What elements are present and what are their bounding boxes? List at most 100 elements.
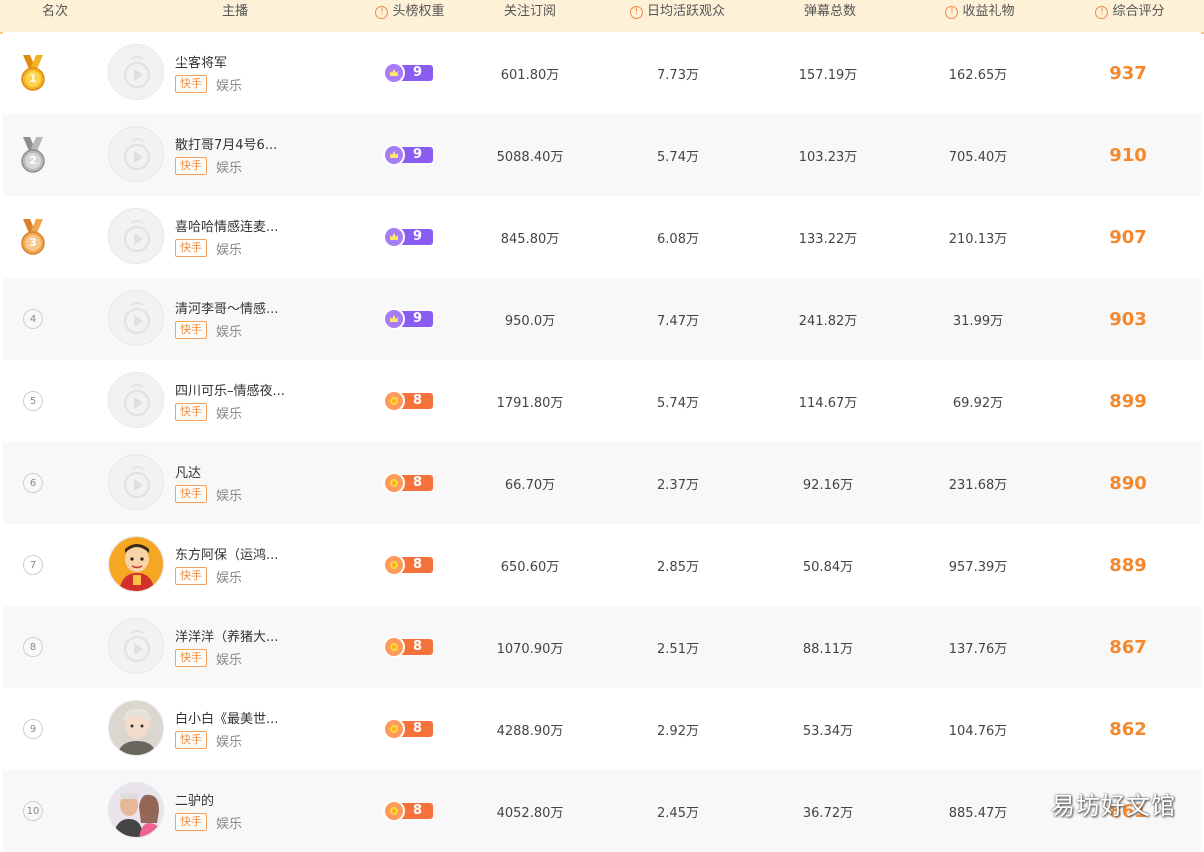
rank-cell: 2 [15, 114, 51, 196]
rank-number: 9 [23, 719, 43, 739]
anchor-name[interactable]: 二驴的 [175, 790, 214, 809]
daily-viewers-value: 5.74万 [657, 149, 699, 165]
anchor-name[interactable]: 散打哥7月4号6... [175, 134, 277, 153]
rank-number: 7 [23, 555, 43, 575]
anchor-name[interactable]: 东方阿保（运鸿... [175, 544, 278, 563]
table-row[interactable]: 8 洋洋洋（养猪大... 快手 娱乐 8 1070.90万 2.51万 88.11万 137.7… [3, 606, 1201, 688]
gifts-value: 885.47万 [948, 805, 1008, 821]
sun-icon [383, 554, 405, 576]
gold-medal-icon: 1 [20, 55, 46, 91]
table-row[interactable]: 9 白小白《最美世... 快手 娱乐 8 4288.90万 2.92万 53.34万 104.7… [3, 688, 1201, 770]
danmaku-value: 53.34万 [802, 723, 854, 739]
rank-number: 10 [23, 801, 43, 821]
col-weight[interactable]: ! 头榜权重 [355, 0, 465, 32]
crown-icon [383, 144, 405, 166]
platform-tag: 快手 [175, 75, 207, 93]
rank-cell: 7 [15, 524, 51, 606]
info-icon[interactable]: ! [945, 6, 959, 19]
gifts-value: 69.92万 [952, 395, 1004, 411]
avatar[interactable] [108, 454, 164, 510]
anchor-tags: 快手 娱乐 [175, 157, 243, 176]
gifts-value: 957.39万 [948, 559, 1008, 575]
avatar[interactable] [108, 372, 164, 428]
ranking-table: 名次 主播 ! 头榜权重 关注订阅 ! 日均活跃观众 弹幕总数 ! 收益礼物 ! 综合评… [0, 0, 1204, 852]
weight-badge: 8 [383, 800, 433, 822]
gifts-value: 137.76万 [948, 641, 1008, 657]
info-icon[interactable]: ! [1095, 6, 1109, 19]
rank-cell: 1 [15, 32, 51, 114]
anchor-name[interactable]: 尘客将军 [175, 52, 227, 71]
col-followers[interactable]: 关注订阅 [475, 0, 585, 32]
platform-tag: 快手 [175, 731, 207, 749]
danmaku-value: 36.72万 [802, 805, 854, 821]
anchor-tags: 快手 娱乐 [175, 567, 242, 586]
sun-icon [383, 718, 405, 740]
gifts-value: 705.40万 [948, 149, 1008, 165]
gifts-value: 231.68万 [948, 477, 1008, 493]
score-value: 862 [1109, 718, 1147, 740]
platform-tag: 快手 [175, 485, 207, 503]
danmaku-value: 50.84万 [802, 559, 854, 575]
table-row[interactable]: 3 喜哈哈情感连麦... 快手 娱乐 9 845.80万 6.08万 133.22万 210.1… [3, 196, 1201, 278]
anchor-name[interactable]: 洋洋洋（养猪大... [175, 626, 278, 645]
silver-medal-icon: 2 [20, 137, 46, 173]
crown-icon [383, 308, 405, 330]
score-value: 899 [1109, 390, 1147, 412]
avatar[interactable] [108, 126, 164, 182]
daily-viewers-value: 2.85万 [657, 559, 699, 575]
sun-icon [383, 472, 405, 494]
anchor-name[interactable]: 喜哈哈情感连麦... [175, 216, 278, 235]
daily-viewers-value: 5.74万 [657, 395, 699, 411]
table-row[interactable]: 10 二驴的 快手 娱乐 8 4052.80万 2.45万 36.72万 885.47万 861 [3, 770, 1201, 852]
avatar[interactable] [108, 618, 164, 674]
rank-cell: 5 [15, 360, 51, 442]
rank-cell: 3 [15, 196, 51, 278]
anchor-tags: 快手 娱乐 [175, 731, 243, 750]
info-icon[interactable]: ! [375, 6, 389, 19]
avatar[interactable] [108, 782, 164, 838]
rank-cell: 6 [15, 442, 51, 524]
col-gifts[interactable]: ! 收益礼物 [925, 0, 1035, 32]
anchor-name[interactable]: 凡达 [175, 462, 201, 481]
table-row[interactable]: 1 尘客将军 快手 娱乐 9 601.80万 7.73万 157.19万 162.65万 937 [3, 32, 1201, 114]
avatar[interactable] [108, 536, 164, 592]
score-value: 889 [1109, 554, 1147, 576]
anchor-name[interactable]: 清河李哥～情感... [175, 298, 278, 317]
category-label: 娱乐 [216, 734, 243, 750]
col-score[interactable]: ! 综合评分 [1075, 0, 1185, 32]
followers-value: 66.70万 [504, 477, 556, 493]
table-row[interactable]: 2 散打哥7月4号6... 快手 娱乐 9 5088.40万 5.74万 103.23万 705… [3, 114, 1201, 196]
table-row[interactable]: 6 凡达 快手 娱乐 8 66.70万 2.37万 92.16万 231.68万 890 [3, 442, 1201, 524]
anchor-name[interactable]: 四川可乐–情感夜... [175, 380, 285, 399]
daily-viewers-value: 2.92万 [657, 723, 699, 739]
avatar[interactable] [108, 290, 164, 346]
anchor-tags: 快手 娱乐 [175, 75, 242, 94]
table-row[interactable]: 5 四川可乐–情感夜... 快手 娱乐 8 1791.80万 5.74万 114.67万 69.… [3, 360, 1201, 442]
category-label: 娱乐 [216, 406, 243, 422]
col-daily-viewers[interactable]: ! 日均活跃观众 [610, 0, 745, 32]
avatar[interactable] [108, 44, 164, 100]
category-label: 娱乐 [216, 488, 243, 504]
info-icon[interactable]: ! [629, 6, 643, 19]
rank-cell: 4 [15, 278, 51, 360]
daily-viewers-value: 7.73万 [657, 67, 699, 83]
avatar[interactable] [108, 700, 164, 756]
followers-value: 4052.80万 [496, 805, 564, 821]
weight-badge: 8 [383, 472, 433, 494]
score-value: 867 [1109, 636, 1147, 658]
weight-badge: 8 [383, 636, 433, 658]
rank-number: 4 [23, 309, 43, 329]
anchor-name[interactable]: 白小白《最美世... [175, 708, 278, 727]
table-row[interactable]: 4 清河李哥～情感... 快手 娱乐 9 950.0万 7.47万 241.82万 31.99万… [3, 278, 1201, 360]
daily-viewers-value: 7.47万 [657, 313, 699, 329]
followers-value: 1791.80万 [496, 395, 564, 411]
table-row[interactable]: 7 东方阿保（运鸿... 快手 娱乐 8 650.60万 2.85万 50.84万 957.39… [3, 524, 1201, 606]
weight-badge: 9 [383, 226, 433, 248]
avatar[interactable] [108, 208, 164, 264]
danmaku-value: 92.16万 [802, 477, 854, 493]
rank-cell: 10 [15, 770, 51, 852]
col-danmaku[interactable]: 弹幕总数 [775, 0, 885, 32]
rank-number: 2 [29, 154, 37, 167]
category-label: 娱乐 [216, 160, 243, 176]
platform-tag: 快手 [175, 403, 207, 421]
